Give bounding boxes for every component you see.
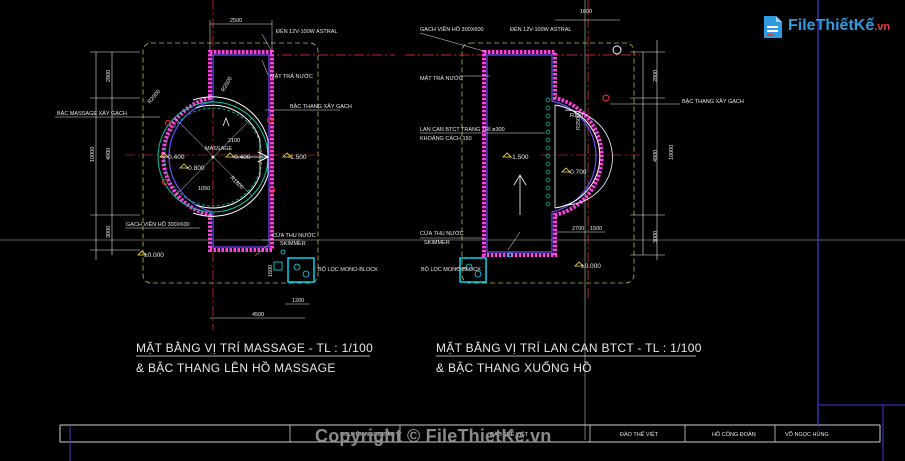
railing-label: LAN CAN BTCT TRANG TRÍ ø300 (420, 126, 505, 133)
skimmer-label-right: SKIMMER (424, 240, 450, 246)
right-title-line2: & BẬC THANG XUỐNG HỒ (436, 360, 592, 375)
level-0800: -0.800 (186, 165, 205, 172)
filter-label-right: BỘ LỌC MONO-BLOCK (421, 266, 481, 273)
inlet-label-left: MẶT TRẢ NƯỚC (270, 73, 313, 80)
step-label-left: BẬC THANG XÂY GẠCH (290, 103, 352, 110)
dim-r2500-left: R2500 (221, 76, 234, 93)
copyright-watermark: Copyright © FileThietKe.vn (315, 426, 552, 446)
level-0000-left: ±0.000 (144, 252, 164, 259)
dim-2100: 2100 (228, 138, 240, 144)
left-plan (55, 0, 395, 330)
dim-r150: R150 (570, 113, 583, 119)
tile-label-left: GẠCH VIỀN HỒ 300X600 (126, 221, 190, 228)
dim-10000-right: 10000 (669, 145, 675, 160)
level-1500-left: -1.500 (288, 154, 307, 161)
title-block-cell3: ĐÀO THẾ VIỆT (620, 430, 659, 438)
watermark-logo-text: FileThiếtKế.vn (788, 17, 890, 35)
massage-label: MASSAGE (205, 146, 233, 152)
dim-2800-left: 2800 (106, 70, 112, 82)
left-title-line2: & BẬC THANG LÊN HỒ MASSAGE (136, 360, 336, 375)
dim-1600-right: 1600 (580, 9, 592, 15)
step-label-right: BẬC THANG XÂY GẠCH (682, 98, 744, 105)
dim-4500: 4500 (252, 312, 264, 318)
dim-4900-left: 4900 (106, 148, 112, 160)
dim-10000-left: 10000 (90, 147, 96, 162)
watermark-logo: FileThiếtKế.vn (762, 12, 890, 44)
file-icon (764, 16, 782, 38)
right-plan-labels: GẠCH VIỀN HỒ 300X600 ĐÈN 12V-100W ASTRAL… (420, 9, 744, 273)
dim-2800-right: 2800 (653, 70, 659, 82)
drawing-titles: MẶT BẰNG VỊ TRÍ MASSAGE - TL : 1/100 & B… (136, 340, 702, 375)
title-block-cell5: VÕ NGỌC HÙNG (785, 431, 829, 438)
dim-4900-right: 4900 (653, 150, 659, 162)
dim-2700: 2700 (572, 226, 584, 232)
lamp-label-left: ĐÈN 12V-100W ASTRAL (276, 28, 337, 35)
dim-1600-left: 1600 (268, 265, 274, 277)
dim-1500-right: 1500 (590, 226, 602, 232)
skimmer-label-left: SKIMMER (280, 241, 306, 247)
logo-tld: .vn (874, 21, 891, 33)
outlet-label-left: CỬA THU NƯỚC (272, 232, 316, 239)
level-0400b: -0.400 (232, 154, 251, 161)
inlet-label-right: MẶT TRẢ NƯỚC (420, 75, 463, 82)
dim-1050: 1050 (198, 186, 210, 192)
dim-1200: 1200 (292, 298, 304, 304)
dim-3000-left: 3000 (106, 226, 112, 238)
outlet-label-right: CỬA THU NƯỚC (420, 230, 464, 237)
lamp-label-right: ĐÈN 12V-100W ASTRAL (510, 26, 571, 33)
dim-top-left: 2500 (230, 18, 242, 24)
dim-r2000: R2000 (147, 89, 162, 105)
left-plan-labels: 2500 ĐÈN 12V-100W ASTRAL MẶT TRẢ NƯỚC BẬ… (57, 18, 378, 318)
filter-label-left: BỘ LỌC MONO-BLOCK (318, 266, 378, 273)
cad-drawing: 2500 ĐÈN 12V-100W ASTRAL MẶT TRẢ NƯỚC BẬ… (0, 0, 905, 461)
dim-r1800: R1800 (229, 175, 245, 191)
right-plan (405, 0, 680, 300)
massage-step-label: BẬC MASSAGE XÂY GẠCH (57, 110, 127, 117)
level-1500-right: -1.500 (510, 154, 529, 161)
level-0000-right: ±0.000 (581, 263, 601, 270)
spacing-label: KHOẢNG CÁCH 150 (420, 135, 472, 142)
dim-3000-right: 3000 (653, 231, 659, 243)
tile-label-right: GẠCH VIỀN HỒ 300X600 (420, 26, 484, 33)
left-title-line1: MẶT BẰNG VỊ TRÍ MASSAGE - TL : 1/100 (136, 340, 373, 355)
level-0700: -0.700 (568, 169, 587, 176)
title-block-cell4: HỒ CÔNG ĐOÀN (712, 431, 756, 438)
right-title-line1: MẶT BẰNG VỊ TRÍ LAN CAN BTCT - TL : 1/10… (436, 340, 702, 355)
logo-main: FileThiếtKế (788, 17, 875, 34)
level-0400-left: -0.400 (166, 154, 185, 161)
